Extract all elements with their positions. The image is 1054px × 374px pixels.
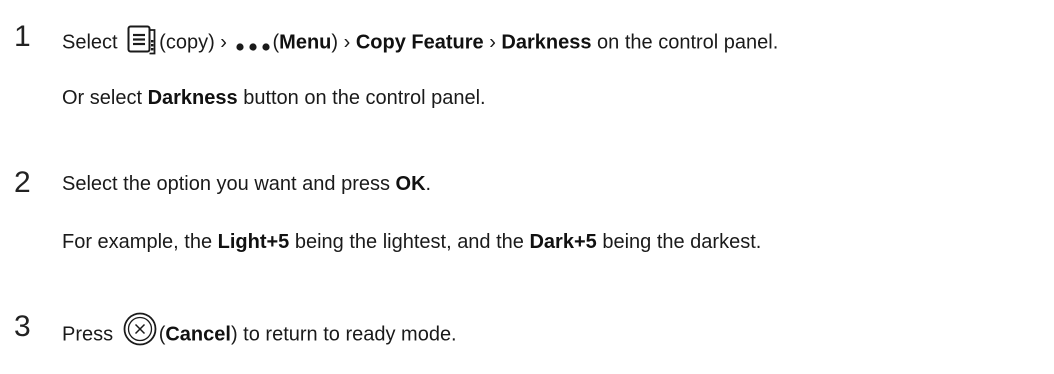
darkness-button-label: Darkness bbox=[147, 87, 238, 109]
alt-text-end: button on the control panel. bbox=[237, 87, 486, 109]
step-3-instruction: Press (Cancel) to return to ready mode. bbox=[62, 312, 457, 352]
more-dots-icon bbox=[235, 36, 271, 51]
step-2-example: For example, the Light+5 being the light… bbox=[62, 232, 761, 252]
darkness-label: Darkness bbox=[501, 31, 592, 54]
example-text-end: being the darkest. bbox=[596, 231, 762, 253]
step-2-instruction: Select the option you want and press OK. bbox=[62, 174, 431, 194]
alt-text: Or select bbox=[62, 87, 148, 109]
ok-label: OK bbox=[395, 173, 426, 195]
step-number: 1 bbox=[14, 20, 31, 53]
copy-feature-label: Copy Feature bbox=[355, 31, 484, 54]
step-1-instruction: Select (copy) › (Menu) › Copy Feature › … bbox=[62, 25, 779, 58]
copy-label: (copy) › bbox=[159, 31, 233, 54]
dark-5-label: Dark+5 bbox=[529, 231, 597, 253]
instruction-text-end: ) to return to ready mode. bbox=[230, 323, 457, 346]
example-text: For example, the bbox=[62, 231, 218, 253]
instruction-text: Press bbox=[62, 323, 114, 346]
step-number: 2 bbox=[14, 166, 31, 199]
cancel-label: Cancel bbox=[165, 323, 231, 346]
paren-close: ) › bbox=[331, 31, 356, 54]
example-text-mid: being the lightest, and the bbox=[289, 231, 530, 253]
instruction-text: Select the option you want and press bbox=[62, 173, 396, 195]
separator: › bbox=[483, 31, 502, 54]
cancel-icon bbox=[123, 312, 157, 346]
step-1-alternative: Or select Darkness button on the control… bbox=[62, 88, 486, 108]
step-number: 3 bbox=[14, 310, 31, 343]
light-5-label: Light+5 bbox=[217, 231, 290, 253]
copy-icon bbox=[127, 25, 157, 55]
menu-label: Menu bbox=[279, 31, 332, 54]
instruction-text-end: on the control panel. bbox=[591, 31, 779, 54]
instruction-text: Select bbox=[62, 31, 118, 54]
instruction-text-end: . bbox=[425, 173, 432, 195]
